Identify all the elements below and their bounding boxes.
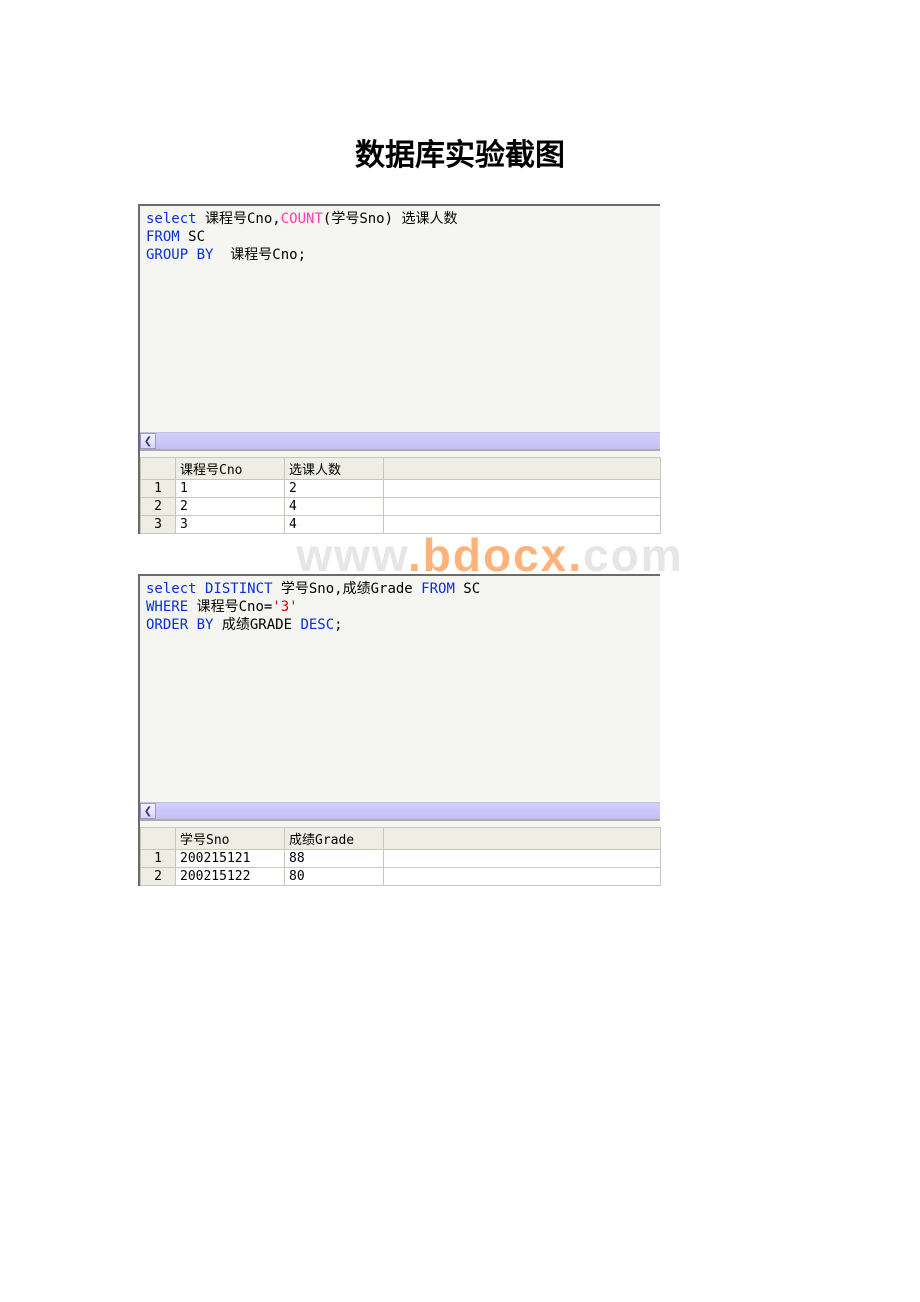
sql-token: COUNT [281, 211, 323, 227]
cell: 200215122 [176, 868, 285, 886]
column-header: 学号Sno [176, 828, 285, 850]
results-header-row: 课程号Cno选课人数 [141, 458, 661, 480]
sql-screenshot-1: select 课程号Cno,COUNT(学号Sno) 选课人数FROM SCGR… [138, 204, 660, 534]
sql-token: '3' [272, 599, 297, 615]
sql-token: SC [180, 229, 205, 245]
sql-token: GROUP BY [146, 247, 213, 263]
column-header-blank [384, 828, 661, 850]
sql-line: GROUP BY 课程号Cno; [146, 246, 654, 264]
page-title: 数据库实验截图 [0, 130, 920, 174]
sql-line: select 课程号Cno,COUNT(学号Sno) 选课人数 [146, 210, 654, 228]
cell: 3 [176, 516, 285, 534]
row-number: 1 [141, 850, 176, 868]
cell: 1 [176, 480, 285, 498]
sql-token: 成绩GRADE [222, 617, 301, 633]
results-header-row: 学号Sno成绩Grade [141, 828, 661, 850]
cell-blank [384, 850, 661, 868]
hscrollbar[interactable]: ❮ [140, 432, 660, 449]
cell: 2 [285, 480, 384, 498]
sql-token: (学号Sno) 选课人数 [323, 211, 458, 227]
sql-token: FROM [146, 229, 180, 245]
scroll-track[interactable] [156, 433, 660, 449]
table-row: 112 [141, 480, 661, 498]
cell-blank [384, 480, 661, 498]
row-number: 2 [141, 868, 176, 886]
row-number: 1 [141, 480, 176, 498]
cell-blank [384, 868, 661, 886]
scroll-left-icon[interactable]: ❮ [140, 803, 156, 819]
cell: 4 [285, 498, 384, 516]
results-grid-2: 学号Sno成绩Grade120021512188220021512280 [140, 827, 661, 886]
cell-blank [384, 516, 661, 534]
sql-token: ORDER BY [146, 617, 222, 633]
results-grid-1: 课程号Cno选课人数112224334 [140, 457, 661, 534]
cell-blank [384, 498, 661, 516]
sql-token: FROM [421, 581, 455, 597]
sql-token: select DISTINCT [146, 581, 272, 597]
sql-token: 学号Sno,成绩Grade [272, 581, 421, 597]
table-row: 224 [141, 498, 661, 516]
sql-token: SC [455, 581, 480, 597]
rownum-header [141, 828, 176, 850]
sql-screenshot-2: select DISTINCT 学号Sno,成绩Grade FROM SCWHE… [138, 574, 660, 886]
sql-token: ; [334, 617, 342, 633]
sql-token: 课程号Cno= [188, 599, 272, 615]
sql-line: select DISTINCT 学号Sno,成绩Grade FROM SC [146, 580, 654, 598]
cell: 4 [285, 516, 384, 534]
scroll-track[interactable] [156, 803, 660, 819]
hscrollbar[interactable]: ❮ [140, 802, 660, 819]
table-row: 120021512188 [141, 850, 661, 868]
table-row: 334 [141, 516, 661, 534]
row-number: 2 [141, 498, 176, 516]
cell: 88 [285, 850, 384, 868]
rownum-header [141, 458, 176, 480]
column-header: 课程号Cno [176, 458, 285, 480]
sql-editor-1: select 课程号Cno,COUNT(学号Sno) 选课人数FROM SCGR… [140, 206, 660, 432]
sql-editor-2: select DISTINCT 学号Sno,成绩Grade FROM SCWHE… [140, 576, 660, 802]
column-header: 选课人数 [285, 458, 384, 480]
column-header: 成绩Grade [285, 828, 384, 850]
cell: 200215121 [176, 850, 285, 868]
row-number: 3 [141, 516, 176, 534]
sql-token: 课程号Cno, [197, 211, 281, 227]
sql-line: FROM SC [146, 228, 654, 246]
sql-token: select [146, 211, 197, 227]
cell: 80 [285, 868, 384, 886]
sql-token: 课程号Cno; [213, 247, 306, 263]
table-row: 220021512280 [141, 868, 661, 886]
sql-token: DESC [300, 617, 334, 633]
column-header-blank [384, 458, 661, 480]
sql-line: WHERE 课程号Cno='3' [146, 598, 654, 616]
scroll-left-icon[interactable]: ❮ [140, 433, 156, 449]
cell: 2 [176, 498, 285, 516]
sql-line: ORDER BY 成绩GRADE DESC; [146, 616, 654, 634]
sql-token: WHERE [146, 599, 188, 615]
